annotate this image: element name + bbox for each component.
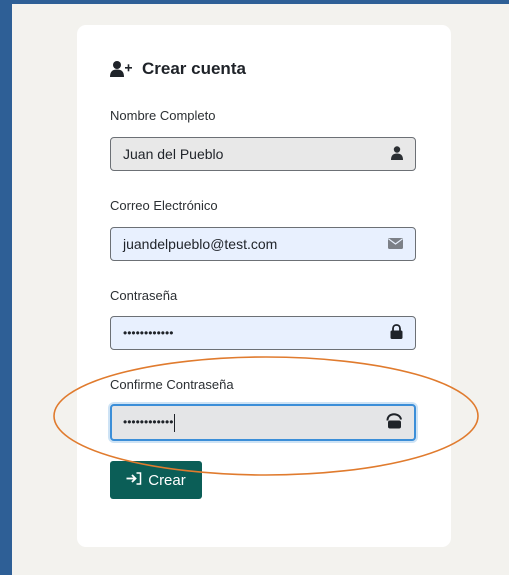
- form-title: Crear cuenta: [142, 59, 246, 78]
- full-name-value: Juan del Pueblo: [123, 146, 224, 162]
- unlock-icon: [385, 413, 403, 432]
- window-frame-top: [0, 0, 509, 4]
- confirm-password-text-wrap: ••••••••••••: [123, 413, 176, 432]
- confirm-password-field[interactable]: ••••••••••••: [110, 404, 416, 441]
- form-header: Crear cuenta: [110, 57, 246, 81]
- window-frame-left: [0, 0, 12, 575]
- user-plus-icon: [110, 60, 134, 78]
- create-account-button[interactable]: Crear: [110, 461, 202, 499]
- sign-in-icon: [126, 471, 142, 489]
- password-label: Contraseña: [110, 288, 178, 303]
- email-field[interactable]: juandelpueblo@test.com: [110, 227, 416, 261]
- confirm-password-label: Confirme Contraseña: [110, 377, 234, 392]
- full-name-field[interactable]: Juan del Pueblo: [110, 137, 416, 171]
- user-icon: [391, 145, 403, 163]
- password-field[interactable]: ••••••••••••: [110, 316, 416, 350]
- email-value: juandelpueblo@test.com: [123, 236, 278, 252]
- password-value: ••••••••••••: [123, 326, 174, 340]
- email-label: Correo Electrónico: [110, 198, 218, 213]
- full-name-label: Nombre Completo: [110, 108, 216, 123]
- lock-icon: [390, 324, 403, 342]
- confirm-password-value: ••••••••••••: [123, 414, 174, 429]
- envelope-icon: [388, 236, 403, 252]
- create-button-label: Crear: [148, 471, 186, 489]
- text-caret: [174, 413, 176, 432]
